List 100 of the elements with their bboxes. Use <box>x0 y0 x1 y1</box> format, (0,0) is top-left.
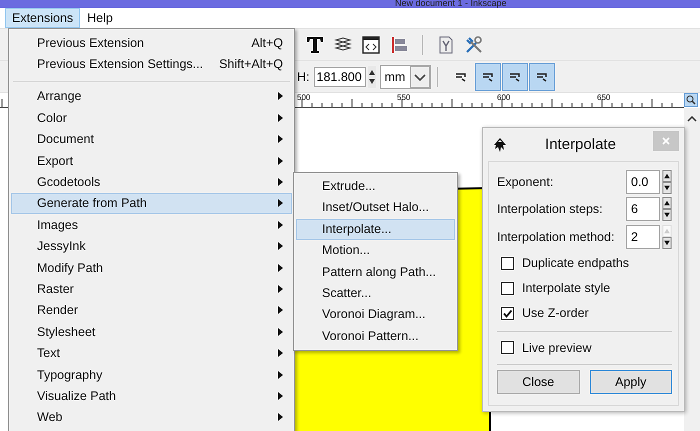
submenu-item[interactable]: Visualize Path <box>11 385 292 407</box>
menu-item[interactable]: Previous Extension Settings... Shift+Alt+Q <box>11 53 292 75</box>
dialog-button[interactable]: Close <box>497 370 580 394</box>
zoom-icon[interactable] <box>684 93 698 107</box>
checkbox[interactable] <box>501 256 514 270</box>
document-properties-icon[interactable] <box>437 36 455 54</box>
snap-toggle-button[interactable] <box>474 62 500 90</box>
submenu-item[interactable]: Images <box>11 214 292 236</box>
unit-dropdown[interactable]: mm <box>380 64 430 88</box>
snap-icon <box>482 72 494 82</box>
submenu-item[interactable]: Color <box>11 107 292 129</box>
ruler-label: 600 <box>497 93 510 102</box>
submenu-item[interactable]: Generate from Path <box>11 192 292 214</box>
field-label: Interpolation steps: <box>497 202 603 216</box>
menu-item-label: Visualize Path <box>37 388 117 403</box>
menu-shortcut: Shift+Alt+Q <box>219 57 283 72</box>
submenu-arrow-icon <box>278 370 283 379</box>
menu-item[interactable]: Inset/Outset Halo... <box>296 197 455 219</box>
number-field[interactable]: 2 <box>626 224 660 249</box>
menu-item[interactable]: Voronoi Pattern... <box>296 326 455 348</box>
submenu-arrow-icon <box>278 392 283 400</box>
checkbox[interactable] <box>501 341 514 354</box>
spin-arrows-icon[interactable] <box>662 224 672 249</box>
submenu-arrow-icon <box>278 199 283 208</box>
menu-item-label: Stylesheet <box>37 324 96 339</box>
dialog-button[interactable]: Apply <box>590 370 672 394</box>
app-logo-icon <box>492 136 508 152</box>
submenu-item[interactable]: Arrange <box>11 86 292 108</box>
submenu-arrow-icon <box>278 284 283 293</box>
dialog-title: Interpolate <box>544 136 617 153</box>
submenu-arrow-icon <box>278 349 283 358</box>
menu-item-label: Render <box>37 303 79 318</box>
submenu-item[interactable]: Text <box>11 342 292 364</box>
menu-bar-item[interactable]: Help <box>80 8 120 28</box>
submenu-arrow-icon <box>278 413 283 422</box>
submenu-item[interactable]: Stylesheet <box>11 321 292 342</box>
menu-item-label: Color <box>37 110 68 125</box>
align-icon[interactable] <box>390 36 408 54</box>
submenu-arrow-icon <box>278 242 283 250</box>
submenu-item[interactable]: Web <box>11 406 292 428</box>
ruler-label: 550 <box>397 93 410 102</box>
submenu-item[interactable]: Gcodetools <box>11 171 292 193</box>
layers-icon[interactable] <box>334 36 352 54</box>
ruler-label: 500 <box>297 93 310 102</box>
menu-item-label: Typography <box>37 368 104 382</box>
submenu-arrow-icon <box>278 178 283 186</box>
spin-arrows-icon[interactable] <box>662 197 672 222</box>
menu-bar-item[interactable]: Extensions <box>5 8 80 28</box>
submenu-arrow-icon <box>278 220 283 229</box>
menu-shortcut: Alt+Q <box>251 36 283 50</box>
menu-item-label: Document <box>37 132 95 146</box>
submenu-arrow-icon <box>278 156 283 165</box>
scroll-up-icon[interactable] <box>687 116 697 122</box>
checkbox[interactable] <box>501 306 514 320</box>
submenu-item[interactable]: Modify Path <box>11 256 292 278</box>
menu-item-label: Gcodetools <box>37 175 102 190</box>
snap-toggle-button[interactable] <box>528 62 554 90</box>
ruler-label: 650 <box>597 93 610 102</box>
caret-icon <box>410 66 430 88</box>
menu-item-label: Arrange <box>37 89 82 104</box>
menu-item-label: Generate from Path <box>37 196 148 210</box>
submenu-item[interactable]: Typography <box>11 364 292 386</box>
menu-item-label: Export <box>37 154 74 168</box>
xml-editor-icon[interactable] <box>362 36 380 54</box>
menu-item[interactable]: Scatter... <box>296 282 455 304</box>
submenu-arrow-icon <box>278 328 283 336</box>
menu-item[interactable]: Voronoi Diagram... <box>296 304 455 326</box>
menu-item[interactable]: Previous Extension Alt+Q <box>11 32 292 54</box>
submenu-arrow-icon <box>278 92 283 100</box>
submenu-arrow-icon <box>278 114 283 122</box>
submenu-item[interactable]: JessyInk <box>11 236 292 257</box>
number-field[interactable]: 0.0 <box>626 170 660 194</box>
number-field[interactable]: 6 <box>626 197 660 222</box>
text-tool-icon[interactable] <box>306 36 324 54</box>
snap-icon <box>536 72 548 82</box>
submenu-item[interactable]: Raster <box>11 278 292 300</box>
snap-toggle-button[interactable] <box>502 62 528 90</box>
menu-item-label: Previous Extension Settings... <box>37 57 204 72</box>
checkbox-label: Use Z-order <box>522 306 589 320</box>
submenu-item[interactable]: Document <box>11 128 292 150</box>
checkbox[interactable] <box>501 282 514 294</box>
spinner-icon[interactable] <box>368 66 376 88</box>
submenu-arrow-icon <box>278 306 283 314</box>
height-field[interactable]: 181.800 <box>314 66 366 86</box>
menu-item-label: Raster <box>37 282 75 296</box>
spin-arrows-icon[interactable] <box>662 170 672 194</box>
menu-item[interactable]: Motion... <box>296 240 455 262</box>
checkbox-label: Interpolate style <box>522 281 610 295</box>
submenu-arrow-icon <box>278 135 283 144</box>
height-label: H: <box>297 70 310 84</box>
menu-item[interactable]: Extrude... <box>296 176 455 198</box>
settings-icon[interactable] <box>465 36 483 54</box>
menu-item[interactable]: Interpolate... <box>296 218 455 240</box>
submenu-item[interactable]: Export <box>11 150 292 172</box>
field-label: Exponent: <box>497 174 554 189</box>
submenu-item[interactable]: Render <box>11 300 292 322</box>
close-icon <box>661 136 671 146</box>
menu-item[interactable]: Pattern along Path... <box>296 262 455 283</box>
menu-item-label: Previous Extension <box>37 36 146 50</box>
menu-item-label: Web <box>37 410 64 424</box>
